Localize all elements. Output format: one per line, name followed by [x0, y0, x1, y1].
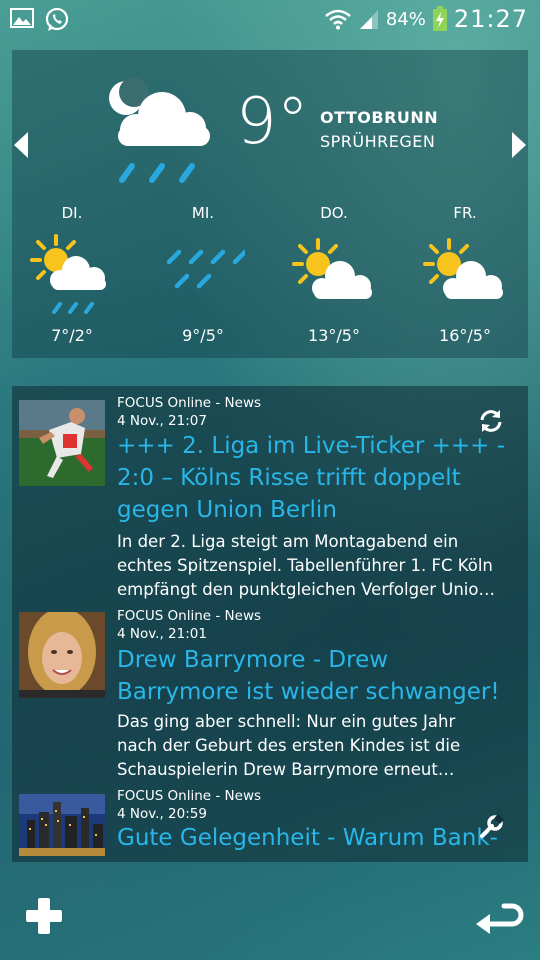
forecast-range: 7°/2° [51, 326, 93, 345]
forecast-day: MI. 9°/5° [143, 204, 263, 345]
forecast-range: 9°/5° [182, 326, 224, 345]
sun-cloud-icon [292, 238, 372, 299]
gallery-icon [10, 8, 34, 28]
summary-line: In der 2. Liga steigt am Montagabend ein [117, 532, 459, 551]
summary-line: echtes Spitzenspiel. Tabellenführer 1. F… [117, 556, 493, 575]
news-widget: FOCUS Online - News 4 Nov., 21:07 +++ 2.… [12, 386, 528, 862]
headline-line: 2:0 – Kölns Risse trifft doppelt [117, 465, 461, 491]
whatsapp-icon [45, 7, 69, 31]
clock: 21:27 [453, 5, 528, 33]
signal-icon [359, 10, 378, 29]
forecast-day: DO. 13°/5° [274, 204, 394, 345]
battery-percent: 84% [385, 8, 426, 30]
weather-condition: SPRÜHREGEN [320, 132, 436, 151]
night-cloud-rain-icon [109, 77, 210, 183]
forecast-day-label: MI. [191, 204, 215, 222]
wrench-icon[interactable] [478, 814, 504, 840]
summary-line: nach der Geburt des ersten Kindes ist di… [117, 736, 461, 755]
forecast-day: DI. 7°/2° [12, 204, 132, 345]
battery-charging-icon [432, 6, 447, 31]
news-source: FOCUS Online - News [117, 788, 262, 804]
news-thumbnail [19, 612, 105, 698]
news-date: 4 Nov., 21:07 [117, 413, 207, 429]
headline-line: Barrymore ist wieder schwanger! [117, 679, 500, 705]
forecast-day-label: DI. [61, 204, 83, 222]
news-date: 4 Nov., 21:01 [117, 626, 207, 642]
news-summary: Das ging aber schnell: Nur ein gutes Jah… [117, 710, 522, 782]
wifi-icon [325, 9, 351, 30]
headline-line: Gute Gelegenheit - Warum Bank- [117, 825, 498, 851]
previous-arrow-icon[interactable] [12, 130, 32, 160]
headline-line: gegen Union Berlin [117, 497, 337, 523]
status-bar: 84% 21:27 [0, 0, 540, 38]
headline-line: Drew Barrymore - Drew [117, 647, 389, 673]
forecast-day: FR. 16°/5° [405, 204, 525, 345]
rain-icon [166, 249, 245, 289]
summary-line: empfängt den punktgleichen Verfolger Uni… [117, 580, 495, 599]
news-source: FOCUS Online - News [117, 395, 262, 411]
next-arrow-icon[interactable] [508, 130, 528, 160]
news-thumbnail [19, 794, 105, 856]
add-icon[interactable] [26, 898, 62, 934]
forecast-day-label: FR. [453, 204, 477, 222]
news-headline[interactable]: Drew Barrymore - Drew Barrymore ist wied… [117, 644, 522, 708]
forecast-range: 16°/5° [439, 326, 491, 345]
summary-line: Schauspielerin Drew Barrymore erneut… [117, 760, 455, 779]
news-headline[interactable]: +++ 2. Liga im Live-Ticker +++ - 2:0 – K… [117, 430, 522, 526]
news-thumbnail [19, 400, 105, 486]
weather-widget[interactable]: 9° OTTOBRUNN SPRÜHREGEN DI. 7°/2° MI. 9°… [12, 50, 528, 358]
news-headline[interactable]: Gute Gelegenheit - Warum Bank- [117, 822, 522, 854]
summary-line: Das ging aber schnell: Nur ein gutes Jah… [117, 712, 456, 731]
news-source: FOCUS Online - News [117, 608, 262, 624]
news-date: 4 Nov., 20:59 [117, 806, 207, 822]
news-summary: In der 2. Liga steigt am Montagabend ein… [117, 530, 522, 602]
forecast-day-label: DO. [320, 204, 348, 222]
forecast-range: 13°/5° [308, 326, 360, 345]
sun-cloud-rain-icon [30, 234, 106, 314]
back-icon[interactable] [474, 896, 524, 934]
headline-line: +++ 2. Liga im Live-Ticker +++ - [117, 433, 506, 459]
sun-cloud-icon [423, 238, 503, 299]
location-name: OTTOBRUNN [320, 108, 439, 127]
current-temperature: 9° [236, 85, 309, 159]
